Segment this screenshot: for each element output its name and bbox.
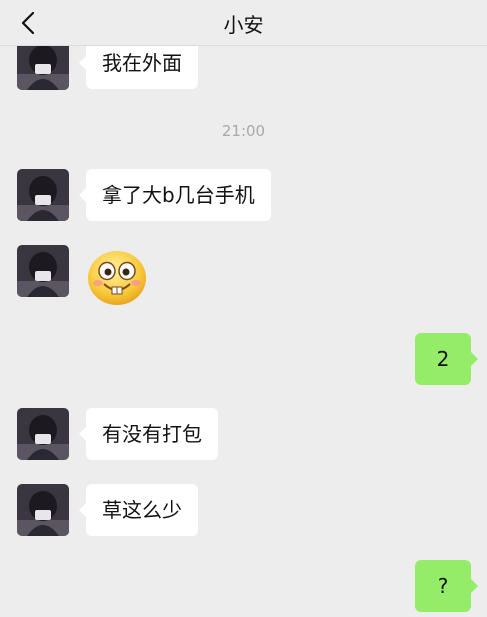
chat-title: 小安	[223, 13, 264, 37]
contact-avatar[interactable]	[17, 169, 69, 221]
message-bubble-outgoing[interactable]: 2	[415, 333, 478, 385]
contact-avatar[interactable]	[17, 484, 69, 536]
message-bubble-outgoing[interactable]: ?	[415, 560, 478, 612]
message-bubble[interactable]: 拿了大b几台手机	[79, 169, 271, 221]
message-bubble[interactable]: 有没有打包	[79, 408, 218, 460]
grinning-face-emoji-icon[interactable]	[86, 248, 148, 308]
contact-avatar[interactable]	[17, 408, 69, 460]
contact-avatar[interactable]	[17, 245, 69, 297]
chat-header: 小安	[0, 0, 487, 46]
message-timestamp: 21:00	[221, 122, 266, 140]
chat-area[interactable]: 我在外面 21:00 拿了大b几台手机 2 有没有打包 草这么少 ?	[0, 0, 487, 617]
message-bubble[interactable]: 草这么少	[79, 484, 198, 536]
